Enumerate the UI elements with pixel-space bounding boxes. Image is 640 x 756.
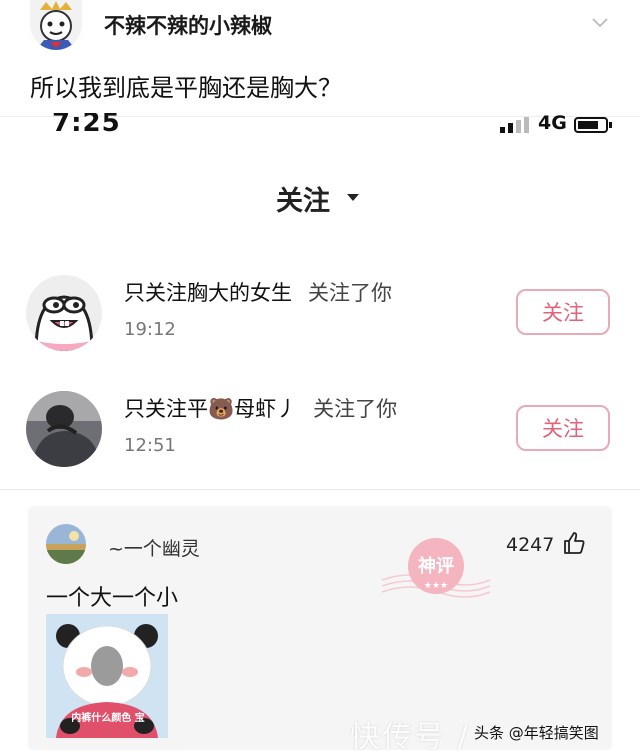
- follower-row-1-name: 只关注胸大的女生 关注了你: [124, 277, 392, 307]
- follow-back-button[interactable]: 关注: [516, 405, 610, 451]
- signal-icon: [500, 117, 529, 133]
- embedded-screenshot: 7:25 4G 关注 只关注胸大的女生 关注了你 19:12 关注 只关注平🐻母…: [0, 112, 640, 490]
- follower-avatar[interactable]: [26, 391, 102, 467]
- stamp-text: 神评: [418, 555, 454, 577]
- follower-avatar[interactable]: [26, 275, 102, 351]
- meme-caption: 内裤什么颜色 宝: [71, 713, 145, 724]
- source-credit: 头条 @年轻搞笑图: [474, 724, 599, 742]
- author-avatar[interactable]: [30, 0, 82, 50]
- follow-time: 19:12: [124, 319, 176, 340]
- network-label: 4G: [538, 112, 567, 134]
- hot-comment-stamp: 神评 ★★★: [381, 538, 491, 598]
- follow-action-text: 关注了你: [308, 281, 392, 305]
- commenter-name[interactable]: ~一个幽灵: [108, 534, 200, 561]
- post-author-name[interactable]: 不辣不辣的小辣椒: [104, 10, 272, 40]
- follower-name[interactable]: 只关注平🐻母虾丿: [124, 397, 297, 421]
- watermark: 快传号 /: [350, 720, 470, 755]
- chevron-down-icon[interactable]: [592, 14, 608, 30]
- commenter-avatar[interactable]: [46, 524, 86, 564]
- like-count: 4247: [506, 534, 555, 556]
- battery-icon: [574, 117, 612, 133]
- svg-text:★★★: ★★★: [424, 581, 448, 591]
- follow-time: 12:51: [124, 435, 176, 456]
- follow-action-text: 关注了你: [313, 397, 398, 421]
- comment-meme-image[interactable]: 内裤什么颜色 宝: [46, 614, 168, 738]
- follower-name[interactable]: 只关注胸大的女生: [124, 281, 292, 305]
- follow-page-title[interactable]: 关注: [276, 179, 330, 218]
- post-text: 所以我到底是平胸还是胸大？: [30, 74, 342, 102]
- follow-back-button[interactable]: 关注: [516, 289, 610, 335]
- caret-down-icon[interactable]: [346, 193, 360, 203]
- status-time: 7:25: [52, 113, 121, 133]
- comment-text: 一个大一个小: [46, 586, 179, 611]
- comment-card: 神评 ★★★ ~一个幽灵 4247 一个大一个小 内裤什么颜色 宝: [28, 506, 612, 750]
- thumbs-up-icon[interactable]: [562, 531, 586, 555]
- follower-row-2-name: 只关注平🐻母虾丿 关注了你: [124, 393, 397, 423]
